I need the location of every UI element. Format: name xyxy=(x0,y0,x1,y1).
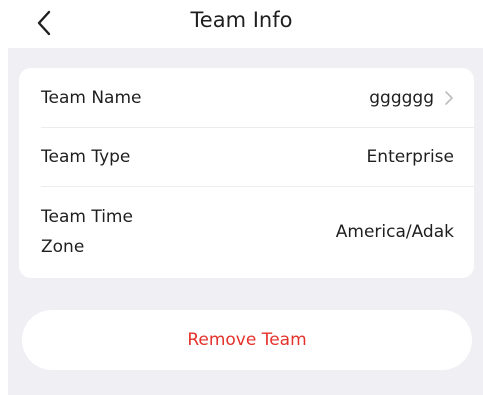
divider xyxy=(41,127,474,128)
team-time-zone-value: America/Adak xyxy=(335,222,454,242)
team-name-row[interactable]: Team Name gggggg xyxy=(41,83,454,113)
chevron-right-icon xyxy=(444,90,454,106)
team-name-value-group: gggggg xyxy=(369,88,454,108)
page-content: Team Name gggggg Team Type Enterprise Te… xyxy=(8,48,483,395)
team-time-zone-label-line1: Team Time xyxy=(41,207,133,227)
page-title: Team Info xyxy=(190,8,293,32)
team-name-value: gggggg xyxy=(369,88,434,108)
team-time-zone-row: Team Time Zone America/Adak xyxy=(41,201,454,263)
team-name-label: Team Name xyxy=(41,88,142,108)
team-time-zone-label: Team Time Zone xyxy=(41,202,133,262)
team-type-row: Team Type Enterprise xyxy=(41,142,454,172)
team-type-value: Enterprise xyxy=(366,147,454,167)
team-type-label: Team Type xyxy=(41,147,131,167)
divider xyxy=(41,186,474,187)
navigation-bar: Team Info xyxy=(0,0,483,46)
team-time-zone-label-line2: Zone xyxy=(41,237,85,257)
team-info-card: Team Name gggggg Team Type Enterprise Te… xyxy=(19,68,474,278)
remove-team-button[interactable]: Remove Team xyxy=(22,310,472,370)
